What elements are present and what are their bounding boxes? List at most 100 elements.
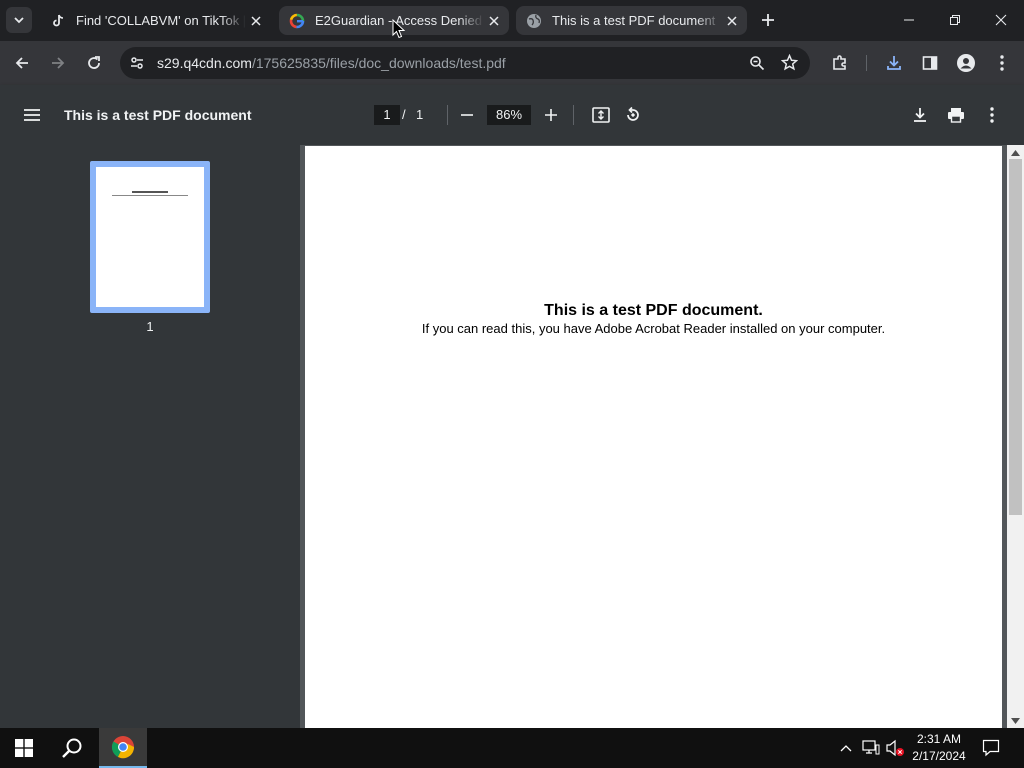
thumbnail-page-number: 1 [146, 319, 154, 334]
zoom-out-button[interactable] [456, 104, 478, 126]
clock-time: 2:31 AM [916, 732, 962, 746]
page-thumbnail[interactable] [90, 161, 210, 313]
close-icon[interactable] [484, 11, 504, 31]
fit-page-icon [592, 107, 610, 123]
taskbar-chrome[interactable] [99, 728, 147, 768]
arrow-right-icon [52, 57, 65, 69]
clock-date: 2/17/2024 [912, 749, 966, 763]
pdf-viewer[interactable]: This is a test PDF document. If you can … [300, 145, 1024, 728]
minus-icon [461, 114, 473, 116]
print-icon [948, 108, 964, 123]
toolbar-divider [866, 55, 867, 71]
plus-icon [762, 14, 774, 26]
print-button[interactable] [945, 104, 967, 126]
thumbnail-heading-line [132, 191, 168, 193]
rotate-icon [627, 106, 639, 121]
tab-strip: Find 'COLLABVM' on TikTok | TikTok Searc… [0, 0, 1024, 41]
puzzle-icon [833, 55, 846, 70]
thumbnail-text-line [112, 195, 188, 196]
tab-title: This is a test PDF document [552, 13, 716, 28]
pdf-title: This is a test PDF document [64, 107, 252, 123]
tab-search-button[interactable] [6, 7, 32, 33]
avatar-icon [957, 54, 975, 72]
address-bar[interactable]: s29.q4cdn.com/175625835/files/doc_downlo… [120, 47, 810, 79]
download-icon [914, 108, 926, 122]
taskbar-clock[interactable]: 2:31 AM 2/17/2024 [906, 731, 972, 765]
rotate-button[interactable] [622, 104, 644, 126]
globe-icon [526, 13, 542, 29]
close-icon [995, 14, 1007, 26]
windows-icon [15, 739, 33, 757]
side-panel-button[interactable] [916, 49, 944, 77]
network-icon[interactable] [860, 728, 882, 768]
toolbar-divider [447, 105, 448, 125]
search-button[interactable] [48, 728, 96, 768]
arrow-left-icon [15, 57, 28, 69]
site-info-icon[interactable] [129, 55, 145, 76]
side-panel-icon [922, 56, 938, 70]
search-icon [62, 738, 82, 758]
plus-icon [545, 109, 557, 121]
extensions-button[interactable] [826, 49, 854, 77]
pdf-more-button[interactable] [981, 104, 1003, 126]
forward-button[interactable] [44, 49, 72, 77]
notification-icon [982, 739, 1000, 757]
mouse-cursor-icon [392, 19, 406, 39]
show-hidden-icons[interactable] [836, 728, 856, 768]
scrollbar-thumb[interactable] [1009, 159, 1022, 515]
document-body: If you can read this, you have Adobe Acr… [421, 321, 886, 336]
scrollbar[interactable] [1007, 145, 1024, 728]
toolbar-divider [573, 105, 574, 125]
minimize-icon [904, 19, 914, 21]
downloads-button[interactable] [880, 49, 908, 77]
zoom-level-input[interactable]: 86% [487, 105, 531, 125]
url-host: s29.q4cdn.com [157, 55, 252, 71]
chevron-down-icon [14, 17, 24, 24]
zoom-in-button[interactable] [540, 104, 562, 126]
pdf-toolbar: This is a test PDF document 1 / 1 86% [0, 85, 1024, 145]
restore-button[interactable] [932, 0, 978, 40]
thumbnail-sidebar: 1 [0, 145, 300, 728]
google-icon [289, 13, 305, 29]
back-button[interactable] [8, 49, 36, 77]
page-number-input[interactable]: 1 [374, 105, 400, 125]
page-total: 1 [416, 107, 424, 122]
close-icon[interactable] [722, 11, 742, 31]
tab-test-pdf[interactable]: This is a test PDF document [516, 6, 747, 35]
url-text: s29.q4cdn.com/175625835/files/doc_downlo… [157, 55, 506, 71]
browser-toolbar: s29.q4cdn.com/175625835/files/doc_downlo… [0, 41, 1024, 85]
reload-icon [88, 56, 100, 69]
profile-button[interactable] [952, 49, 980, 77]
zoom-icon[interactable] [749, 55, 765, 76]
fit-page-button[interactable] [590, 104, 612, 126]
more-vert-icon [990, 107, 994, 123]
menu-button[interactable] [988, 49, 1016, 77]
hamburger-icon [24, 109, 40, 121]
close-icon[interactable] [246, 11, 266, 31]
tiktok-icon [50, 13, 66, 29]
notifications-button[interactable] [978, 728, 1004, 768]
pdf-page: This is a test PDF document. If you can … [305, 146, 1002, 728]
sidebar-toggle-button[interactable] [21, 104, 43, 126]
chevron-up-icon [840, 745, 852, 752]
url-path: /175625835/files/doc_downloads/test.pdf [251, 55, 506, 71]
reload-button[interactable] [80, 49, 108, 77]
download-icon [887, 56, 901, 70]
scroll-up-icon[interactable] [1011, 148, 1020, 157]
volume-muted-icon[interactable] [884, 728, 906, 768]
page-separator: / [402, 107, 406, 122]
new-tab-button[interactable] [757, 9, 779, 31]
pdf-download-button[interactable] [909, 104, 931, 126]
scroll-down-icon[interactable] [1011, 716, 1020, 725]
restore-icon [950, 15, 960, 25]
close-window-button[interactable] [978, 0, 1024, 40]
star-icon[interactable] [780, 53, 799, 76]
taskbar: 2:31 AM 2/17/2024 [0, 728, 1024, 768]
tab-tiktok[interactable]: Find 'COLLABVM' on TikTok | TikTok Searc… [40, 6, 271, 35]
chrome-icon [111, 736, 135, 759]
tab-title: Find 'COLLABVM' on TikTok | TikTok Searc… [76, 13, 246, 28]
minimize-button[interactable] [886, 0, 932, 40]
start-button[interactable] [0, 728, 48, 768]
document-heading: This is a test PDF document. [544, 302, 763, 319]
more-vert-icon [1000, 55, 1004, 71]
